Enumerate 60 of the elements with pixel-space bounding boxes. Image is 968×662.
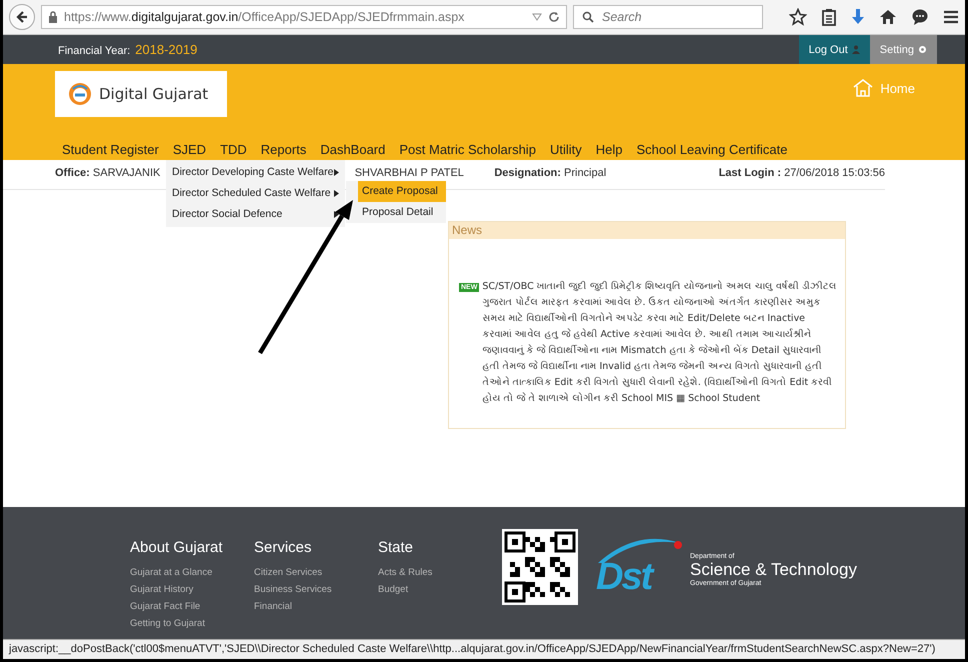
- news-text: SC/ST/OBC ખાતાની જુદી જુદી પ્રિમેટ્રીક શિષ્યવૃતિ યોજનાનો અમલ ચાલુ વર્ષથી ડીઝીટલ ગુજરાત પોર્ટલ મારફત કરવામાં આવેલ છે. ઉકત યોજનાઓ અંતર્ગત કારણીસર અમુક સમય માટે વિદ્યાર્થીઓની વિગતોને અપડેટ કરવા માટે Edit/Delete બટન Inactive કરવામાં આવેલ હતુ જે હવેથી Active કરવામાં આવેલ છે. આથી તમામ આચાર્યશ્રીને જણાવવાનું કે જે વિદ્યાર્થીઓના નામ Mismatch હતા કે જેઓની બેંક Detail સુધારવાની હતી તેમજ જે વિદ્યાર્થીના નામ Invalid હતા તેમજ જેમની અન્ય વિગતો સુધારવાની હતી તેઓને તાત્કાલિક Edit કરી વિગતો સુધારી લેવાની રહેશે. (વિદ્યાર્થીઓની વિગતો Edit કરવી હોય તો જે તે શાળાએ લોગીન કરી School MIS ▦ School Student: [482, 280, 837, 406]
- financial-year: 2018-2019: [135, 42, 198, 56]
- nav-item[interactable]: TDD: [213, 139, 254, 161]
- footer-link[interactable]: Financial: [254, 598, 378, 615]
- user-icon: [852, 45, 860, 54]
- footer-link[interactable]: Gujarat Fact File: [130, 598, 254, 615]
- nav-item[interactable]: Student Register: [55, 139, 166, 161]
- footer-link[interactable]: Acts & Rules: [378, 564, 502, 581]
- dst-logo: Dst: [596, 557, 652, 597]
- submenu-arrow-icon: [334, 190, 339, 197]
- nav-item[interactable]: Help: [588, 139, 630, 161]
- search-icon: [582, 11, 594, 23]
- designation-text: Designation: Principal: [494, 167, 608, 181]
- download-icon[interactable]: [851, 8, 865, 26]
- footer-link[interactable]: Business Services: [254, 581, 378, 598]
- star-icon[interactable]: [789, 8, 807, 26]
- submenu-item[interactable]: Create Proposal: [358, 181, 446, 202]
- clipboard-icon[interactable]: [821, 8, 837, 26]
- footer-link[interactable]: Budget: [378, 581, 502, 598]
- submenu-arrow-icon: [334, 211, 339, 218]
- home-icon[interactable]: [879, 8, 897, 26]
- footer-heading: About Gujarat: [130, 539, 224, 556]
- back-button[interactable]: [9, 4, 35, 30]
- menu-item[interactable]: Director Social Defence: [166, 204, 345, 225]
- nav-item[interactable]: Post Matric Scholarship: [392, 139, 543, 161]
- footer-link[interactable]: Getting to Gujarat: [130, 615, 254, 632]
- reload-icon[interactable]: [548, 11, 560, 23]
- submenu-item[interactable]: Proposal Detail: [358, 202, 446, 223]
- address-bar[interactable]: https://www.digitalgujarat.gov.in/OfficeApp/SJEDApp/SJEDfrmmain.aspx: [41, 5, 567, 29]
- footer-heading: Services: [254, 539, 313, 556]
- dropdown-icon[interactable]: [532, 13, 542, 21]
- nav-item[interactable]: Utility: [542, 139, 589, 161]
- menu-icon[interactable]: [943, 10, 959, 24]
- lock-icon: [48, 11, 58, 23]
- back-arrow-icon: [15, 10, 29, 24]
- chat-icon[interactable]: [911, 8, 929, 26]
- menu-item[interactable]: Director Scheduled Caste Welfare: [166, 183, 345, 204]
- nav-item[interactable]: Reports: [254, 139, 314, 161]
- search-box[interactable]: Search: [573, 5, 763, 29]
- office-text: Office: SARVAJANIK: [55, 167, 162, 181]
- nav-item[interactable]: School Leaving Certificate: [629, 139, 794, 161]
- settings-icon: [918, 45, 927, 54]
- user-name: SHVARBHAI P PATEL: [354, 167, 465, 181]
- last-login-text: Last Login : 27/06/2018 15:03:56: [718, 167, 885, 181]
- nav-item[interactable]: SJED: [166, 139, 214, 161]
- search-field[interactable]: Search: [600, 9, 754, 25]
- financial-year-label: Financial Year:: [58, 44, 130, 56]
- logout-button[interactable]: Log Out: [798, 35, 870, 64]
- footer-link[interactable]: Gujarat at a Glance: [130, 564, 254, 581]
- news-title: News: [449, 222, 845, 239]
- site-logo[interactable]: Digital Gujarat: [55, 71, 227, 117]
- footer-link[interactable]: Citizen Services: [254, 564, 378, 581]
- nav-item[interactable]: DashBoard: [313, 139, 392, 161]
- menu-item[interactable]: Director Developing Caste Welfare: [166, 162, 345, 183]
- footer-heading: State: [378, 539, 414, 556]
- house-icon: [852, 78, 874, 98]
- status-bar-text: javascript:__doPostBack('ctl00$menuATVT','SJED\\Director Scheduled Caste Welfare\\http...alqujarat.gov.in/OfficeApp/SJEDApp/NewFinancialYear/frmStudentSearchNewSC.aspx?New=27'): [3, 639, 965, 659]
- footer-link[interactable]: Gujarat History: [130, 581, 254, 598]
- department-name: Science & Technology: [690, 560, 857, 580]
- submenu-arrow-icon: [334, 169, 339, 176]
